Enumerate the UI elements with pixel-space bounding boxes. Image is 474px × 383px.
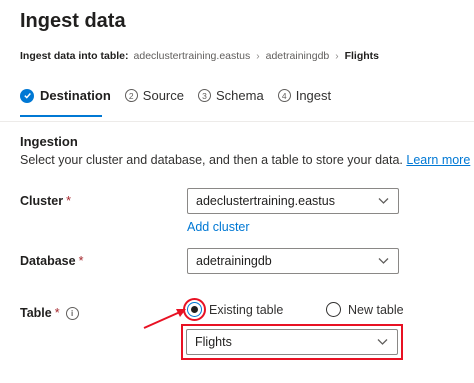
tab-destination[interactable]: Destination — [20, 88, 111, 103]
info-icon[interactable]: i — [65, 306, 79, 320]
database-label-text: Database — [20, 254, 76, 268]
new-table-radio[interactable]: New table — [326, 302, 404, 317]
annotation-arrow-icon — [143, 309, 186, 329]
chevron-right-icon: › — [256, 50, 260, 62]
page-title: Ingest data — [20, 10, 126, 32]
annotation-highlight-box — [181, 324, 403, 360]
checkmark-icon — [20, 88, 34, 103]
learn-more-link[interactable]: Learn more — [406, 153, 470, 167]
tab-ingest[interactable]: 4 Ingest — [277, 88, 332, 103]
table-label-text: Table — [20, 306, 52, 320]
wizard-steps: Destination 2 Source 3 Schema 4 Ingest — [20, 88, 345, 103]
breadcrumb: Ingest data into table: adeclustertraini… — [20, 50, 379, 62]
tab-label: Source — [142, 88, 184, 103]
description-text: Select your cluster and database, and th… — [20, 153, 403, 167]
database-dropdown[interactable]: adetrainingdb — [187, 248, 399, 274]
existing-table-label: Existing table — [209, 302, 284, 317]
breadcrumb-cluster[interactable]: adeclustertraining.eastus — [134, 50, 251, 62]
required-marker: * — [78, 254, 84, 268]
cluster-dropdown[interactable]: adeclustertraining.eastus — [187, 188, 399, 214]
divider — [0, 121, 474, 122]
tab-label: Ingest — [295, 88, 332, 103]
cluster-label-text: Cluster — [20, 194, 64, 208]
new-table-label: New table — [348, 302, 404, 317]
breadcrumb-database[interactable]: adetrainingdb — [266, 50, 330, 62]
section-description: Select your cluster and database, and th… — [20, 153, 470, 167]
chevron-down-icon — [378, 258, 389, 264]
required-marker: * — [66, 194, 71, 208]
chevron-down-icon — [378, 198, 389, 204]
tab-label: Destination — [40, 88, 111, 103]
section-title: Ingestion — [20, 134, 78, 149]
tab-schema[interactable]: 3 Schema — [198, 88, 264, 103]
radio-unselected-icon — [326, 302, 341, 317]
active-tab-indicator — [20, 115, 102, 117]
add-cluster-link[interactable]: Add cluster — [187, 220, 250, 234]
cluster-value: adeclustertraining.eastus — [196, 194, 335, 208]
database-value: adetrainingdb — [196, 254, 272, 268]
chevron-right-icon: › — [335, 50, 339, 62]
tab-label: Schema — [216, 88, 264, 103]
breadcrumb-prefix: Ingest data into table: — [20, 50, 129, 62]
tab-source[interactable]: 2 Source — [124, 88, 184, 103]
cluster-label: Cluster * — [20, 194, 71, 208]
step-number-icon: 2 — [124, 89, 138, 102]
database-label: Database * — [20, 254, 83, 268]
step-number-icon: 4 — [277, 89, 291, 102]
breadcrumb-table: Flights — [344, 50, 380, 62]
required-marker: * — [54, 306, 60, 320]
step-number-icon: 3 — [198, 89, 211, 102]
table-label: Table * i — [20, 306, 79, 320]
